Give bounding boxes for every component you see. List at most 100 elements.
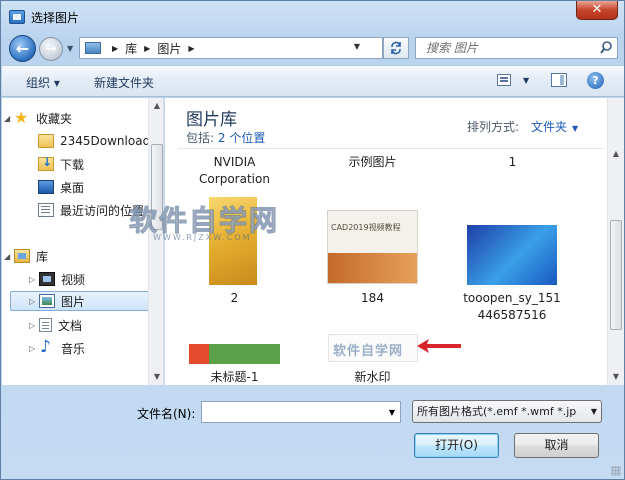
new-folder-button[interactable]: 新建文件夹 bbox=[94, 74, 154, 91]
file-type-select[interactable]: 所有图片格式(*.emf *.wmf *.jp ▼ bbox=[412, 400, 602, 423]
filename-history-dropdown-icon[interactable]: ▼ bbox=[389, 408, 395, 417]
file-name: 2 bbox=[230, 291, 239, 305]
expand-arrow-icon[interactable]: ◢ bbox=[4, 114, 14, 123]
cad-tutorial-thumbnail[interactable]: CAD2019视频教程 bbox=[327, 210, 418, 284]
thumb-text: 软件自学网 bbox=[333, 344, 404, 359]
file-open-dialog: 选择图片 ✕ ← → ▼ ▶ 库 ▶ 图片 ▶ ▼ 搜索 图片 组织 ▾ 新建文… bbox=[0, 0, 625, 480]
refresh-icon bbox=[391, 41, 401, 55]
search-icon[interactable] bbox=[600, 41, 612, 55]
scroll-up-icon[interactable]: ▲ bbox=[608, 146, 624, 162]
title-bar[interactable]: 选择图片 ✕ bbox=[1, 1, 624, 31]
chevron-down-icon: ▼ bbox=[572, 124, 579, 133]
recent-pages-chevron-icon[interactable]: ▼ bbox=[67, 44, 73, 53]
includes-label: 包括: bbox=[186, 131, 215, 145]
change-view-icon[interactable] bbox=[497, 74, 511, 86]
file-item-nvidia[interactable]: NVIDIA Corporation bbox=[187, 154, 282, 188]
sidebar-item-desktop[interactable]: 桌面 bbox=[38, 177, 84, 197]
scrollbar-thumb[interactable] bbox=[610, 220, 622, 330]
breadcrumb-chevron-icon[interactable]: ▶ bbox=[144, 44, 150, 53]
sidebar-item-label: 下载 bbox=[60, 157, 85, 172]
sidebar-item-label: 桌面 bbox=[60, 180, 85, 195]
sidebar-item-libraries[interactable]: ◢ 库 bbox=[4, 246, 48, 266]
sidebar-item-favorites[interactable]: ◢ 收藏夹 bbox=[4, 108, 72, 128]
open-button[interactable]: 打开(O) bbox=[414, 433, 499, 458]
scroll-up-icon[interactable]: ▲ bbox=[149, 98, 163, 114]
blue-abstract-thumbnail[interactable] bbox=[467, 225, 557, 285]
command-toolbar: 组织 ▾ 新建文件夹 ▼ ? bbox=[2, 65, 624, 97]
arrange-by-value: 文件夹 bbox=[531, 120, 568, 134]
file-name: 1 bbox=[508, 155, 517, 169]
desktop-icon bbox=[38, 180, 54, 194]
view-options-dropdown-icon[interactable]: ▼ bbox=[523, 76, 529, 85]
organize-button[interactable]: 组织 ▾ bbox=[26, 74, 60, 91]
navigation-pane: ◢ 收藏夹 2345Downloads 下载 桌面 最近访问的位置 ◢ 库 ▷ bbox=[2, 98, 164, 385]
file-item-2[interactable]: 2 bbox=[187, 290, 282, 307]
site-watermark-url: WWW.RJZXW.COM bbox=[153, 233, 252, 242]
watermark-thumbnail[interactable]: 软件自学网 bbox=[328, 334, 418, 362]
sidebar-item-pictures[interactable]: ▷ 图片 bbox=[10, 291, 150, 311]
back-button[interactable]: ← bbox=[9, 35, 36, 62]
forward-button[interactable]: → bbox=[39, 37, 63, 61]
search-input[interactable] bbox=[424, 40, 594, 56]
address-bar[interactable]: ▶ 库 ▶ 图片 ▶ ▼ bbox=[79, 37, 383, 59]
expand-arrow-icon[interactable]: ▷ bbox=[29, 275, 39, 284]
file-item-1[interactable]: 1 bbox=[465, 154, 560, 171]
library-icon bbox=[14, 249, 30, 263]
file-name: NVIDIA Corporation bbox=[199, 155, 270, 186]
expand-arrow-icon[interactable]: ▷ bbox=[29, 321, 39, 330]
sidebar-item-label: 视频 bbox=[61, 272, 86, 287]
banner-thumbnail[interactable] bbox=[189, 344, 280, 364]
folder-icon bbox=[38, 134, 54, 148]
locations-link[interactable]: 2 个位置 bbox=[218, 131, 265, 145]
arrange-by-label: 排列方式: bbox=[467, 120, 520, 134]
breadcrumb-pictures[interactable]: 图片 bbox=[157, 40, 181, 57]
close-button[interactable]: ✕ bbox=[576, 1, 618, 20]
file-name: 示例图片 bbox=[348, 155, 397, 169]
file-list-scrollbar[interactable]: ▲ ▼ bbox=[607, 98, 624, 385]
documents-icon bbox=[39, 318, 52, 332]
sidebar-item-downloads[interactable]: 下载 bbox=[38, 154, 84, 174]
address-dropdown-icon[interactable]: ▼ bbox=[354, 42, 360, 51]
file-type-value: 所有图片格式(*.emf *.wmf *.jp bbox=[417, 405, 577, 418]
expand-arrow-icon[interactable]: ▷ bbox=[29, 344, 39, 353]
sidebar-item-label: 库 bbox=[36, 249, 49, 264]
expand-arrow-icon[interactable]: ▷ bbox=[29, 297, 39, 306]
preview-pane-icon[interactable] bbox=[551, 73, 567, 87]
sidebar-item-label: 2345Downloads bbox=[60, 134, 157, 148]
music-icon bbox=[39, 337, 55, 357]
library-title: 图片库 bbox=[186, 110, 237, 130]
file-name: 未标题-1 bbox=[210, 370, 259, 384]
file-name: 184 bbox=[361, 291, 384, 305]
breadcrumb-chevron-icon[interactable]: ▶ bbox=[112, 44, 118, 53]
chevron-down-icon: ▼ bbox=[590, 407, 597, 416]
recent-places-icon bbox=[38, 203, 54, 217]
file-item-new-watermark[interactable]: 新水印 bbox=[325, 369, 420, 385]
thumb-band bbox=[328, 253, 417, 283]
dialog-app-icon bbox=[9, 10, 25, 24]
expand-arrow-icon[interactable]: ◢ bbox=[4, 252, 14, 261]
arrange-by-dropdown[interactable]: 文件夹 ▼ bbox=[531, 118, 578, 135]
sidebar-item-documents[interactable]: ▷ 文档 bbox=[29, 315, 82, 335]
sidebar-item-2345downloads[interactable]: 2345Downloads bbox=[38, 131, 156, 151]
breadcrumb-chevron-icon[interactable]: ▶ bbox=[188, 44, 194, 53]
file-item-184[interactable]: 184 bbox=[325, 290, 420, 307]
breadcrumb-library[interactable]: 库 bbox=[125, 40, 137, 57]
red-arrow-annotation-icon bbox=[417, 339, 461, 353]
resize-grip-icon[interactable] bbox=[611, 466, 621, 476]
file-name: 新水印 bbox=[354, 370, 391, 384]
scroll-down-icon[interactable]: ▼ bbox=[149, 369, 163, 385]
sidebar-item-music[interactable]: ▷ 音乐 bbox=[29, 337, 85, 358]
file-name: tooopen_sy_151446587516 bbox=[463, 291, 561, 322]
window-title: 选择图片 bbox=[31, 11, 80, 25]
scroll-down-icon[interactable]: ▼ bbox=[608, 369, 624, 385]
sidebar-item-videos[interactable]: ▷ 视频 bbox=[29, 269, 85, 289]
help-icon[interactable]: ? bbox=[587, 72, 604, 89]
search-box[interactable] bbox=[415, 37, 618, 59]
filename-input[interactable]: ▼ bbox=[201, 401, 401, 423]
file-item-tooopen[interactable]: tooopen_sy_151446587516 bbox=[461, 290, 563, 324]
refresh-button[interactable] bbox=[383, 37, 409, 59]
cancel-button[interactable]: 取消 bbox=[514, 433, 599, 458]
file-item-sample-pictures[interactable]: 示例图片 bbox=[325, 154, 420, 171]
file-item-untitled-1[interactable]: 未标题-1 bbox=[187, 369, 282, 385]
star-icon bbox=[14, 108, 30, 127]
